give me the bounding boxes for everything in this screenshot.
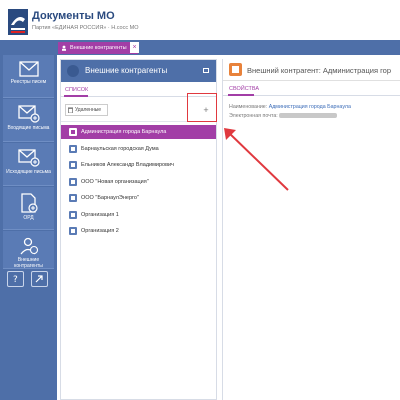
document-icon: [20, 193, 38, 213]
minimize-icon[interactable]: [203, 68, 209, 73]
contractor-icon: [69, 211, 77, 219]
list-item[interactable]: ООО "БарнаулЭнерго": [61, 191, 216, 205]
trash-icon: [68, 107, 73, 113]
email-value-redacted: [279, 113, 338, 119]
contacts-icon: [19, 237, 38, 255]
list-item[interactable]: ООО "Новая организация": [61, 175, 216, 189]
app-header: Документы МО Партия «ЕДИНАЯ РОССИЯ» · Н.…: [0, 0, 400, 40]
tab-list[interactable]: СПИСОК: [65, 87, 88, 93]
sidebar-item-incoming[interactable]: Входящие письма: [3, 99, 54, 142]
tab-label: Внешние контрагенты: [70, 45, 127, 51]
sidebar-footer: ?: [7, 271, 51, 287]
tab-properties[interactable]: СВОЙСТВА: [229, 86, 259, 92]
close-icon[interactable]: ×: [130, 42, 139, 53]
detail-panel-header: Внешний контрагент: Администрация гор: [223, 59, 400, 81]
active-tab-indicator: [228, 94, 254, 96]
envelope-out-icon: [17, 149, 40, 167]
contractor-icon: [69, 227, 77, 235]
contractor-icon: [69, 194, 77, 202]
list-item[interactable]: Ельников Александр Владимирович: [61, 158, 216, 172]
annotation-highlight-box: [187, 93, 217, 122]
contractor-icon: [69, 128, 77, 136]
contractor-icon: [69, 178, 77, 186]
list-item[interactable]: Администрация города Барнаула: [61, 125, 216, 139]
help-icon[interactable]: ?: [7, 271, 24, 287]
sidebar-item-outgoing[interactable]: Исходящие письма: [3, 143, 54, 186]
sidebar-item-contractors[interactable]: Внешние контрагенты: [3, 231, 54, 269]
tab-strip: Внешние контрагенты ×: [0, 40, 400, 55]
contractor-icon: [69, 161, 77, 169]
tab-external-contractors[interactable]: Внешние контрагенты: [58, 42, 138, 54]
party-logo-icon: [8, 9, 28, 35]
list-item[interactable]: Организация 1: [61, 208, 216, 222]
sidebar-item-registries[interactable]: Реестры писем: [3, 55, 54, 98]
list-panel-header: Внешние контрагенты: [61, 60, 216, 82]
detail-panel-title: Внешний контрагент: Администрация гор: [247, 66, 392, 75]
list-item[interactable]: Организация 2: [61, 224, 216, 238]
contractor-icon: [69, 145, 77, 153]
name-value: Администрация города Барнаула: [268, 104, 351, 110]
app-subtitle: Партия «ЕДИНАЯ РОССИЯ» · Н.сосс МО: [32, 25, 139, 31]
name-field: Наименование: Администрация города Барна…: [229, 104, 351, 110]
list-panel-title: Внешние контрагенты: [85, 66, 168, 75]
svg-text:?: ?: [13, 275, 18, 285]
app-title: Документы МО: [32, 10, 115, 22]
list-item[interactable]: Барнаульская городская Дума: [61, 142, 216, 156]
email-field: Электронная почта:: [229, 113, 338, 119]
envelope-icon: [18, 61, 39, 77]
sidebar-item-ord[interactable]: ОРД: [3, 187, 54, 230]
contacts-icon: [62, 45, 66, 51]
contacts-icon: [67, 65, 79, 77]
contractor-card-icon: [229, 63, 242, 76]
envelope-in-icon: [17, 105, 40, 123]
sidebar: Реестры писем Входящие письма Исходящие …: [0, 55, 57, 400]
deleted-filter-button[interactable]: Удаленные: [65, 104, 108, 116]
contractor-detail-panel: Внешний контрагент: Администрация гор СВ…: [222, 59, 400, 400]
active-tab-indicator: [64, 95, 88, 97]
exit-icon[interactable]: [31, 271, 48, 287]
